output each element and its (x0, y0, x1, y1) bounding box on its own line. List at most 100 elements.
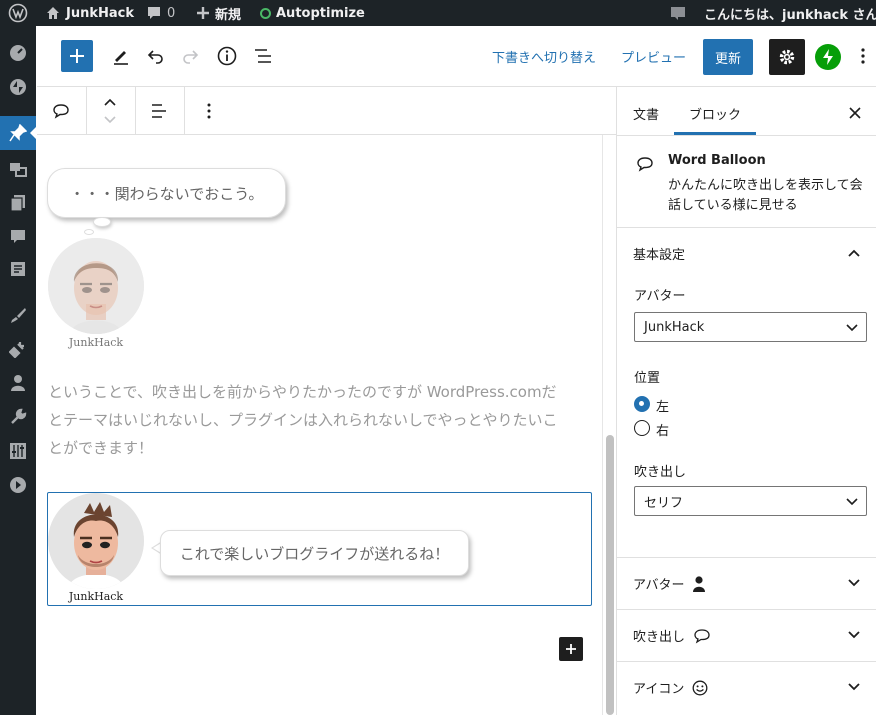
canvas-scrollbar[interactable] (602, 135, 616, 715)
avatar-panel-header[interactable]: アバター (617, 557, 876, 609)
list-view-button[interactable] (249, 42, 277, 70)
balloon-select-value: セリフ (644, 495, 684, 511)
site-name: JunkHack (66, 5, 134, 21)
greeting-text: こんにちは、junkhack さん (704, 7, 876, 23)
vertical-ellipsis-icon (207, 103, 211, 119)
chevron-down-icon (848, 631, 860, 639)
balloon-label: 吹き出し (634, 465, 687, 480)
pencil-icon (114, 51, 128, 65)
position-right-radio[interactable] (634, 420, 650, 436)
speech-bubble-icon (637, 157, 653, 172)
move-down-button[interactable] (99, 111, 121, 129)
word-balloon-block-2[interactable]: JunkHack これで楽しいブログライフが送れるね！ (47, 492, 592, 606)
avatar-name-2: JunkHack (68, 590, 124, 603)
position-left-radio[interactable] (634, 396, 650, 412)
settings-button[interactable] (769, 39, 805, 75)
preview-button[interactable]: プレビュー (621, 47, 686, 66)
balloon-panel-title: 吹き出し (633, 630, 686, 645)
media-icon[interactable] (0, 152, 36, 186)
close-sidebar-button[interactable] (843, 101, 867, 125)
appearance-brush-icon[interactable] (0, 298, 36, 332)
paragraph-block[interactable]: ということで、吹き出しを前からやりたかったのですが WordPress.comだ… (48, 378, 594, 462)
add-block-button[interactable] (61, 40, 93, 72)
comments-count: 0 (167, 5, 176, 21)
position-right-label: 右 (656, 424, 670, 439)
plugins-icon[interactable] (0, 332, 36, 366)
avatar-1[interactable] (48, 238, 144, 334)
update-button[interactable]: 更新 (703, 39, 753, 75)
align-button[interactable] (145, 99, 173, 123)
scrollbar-thumb[interactable] (606, 435, 614, 715)
admin-bar: JunkHack 0 新規 Autoptimize こんにちは、junkhack… (0, 0, 876, 26)
pages-icon[interactable] (0, 186, 36, 220)
position-label: 位置 (634, 371, 661, 386)
inline-add-block-button[interactable] (559, 637, 583, 661)
avatar-2[interactable] (47, 493, 144, 589)
tab-block[interactable]: ブロック (689, 104, 741, 123)
posts-pin-icon[interactable] (0, 116, 37, 150)
autoptimize-status-icon (260, 7, 271, 19)
plus-icon (566, 644, 576, 654)
settings-sidebar: 文書 ブロック Word Balloon かんたんに吹き出しを表示して会話してい… (616, 87, 876, 715)
new-label: 新規 (215, 7, 242, 23)
collapse-menu-icon[interactable] (0, 468, 36, 502)
autoptimize-label: Autoptimize (276, 5, 365, 21)
account-greeting[interactable]: こんにちは、junkhack さん (704, 0, 876, 26)
editor-canvas: ・・・関わらないでおこう。 JunkHack ということで、吹き出しを前からやり… (37, 135, 602, 715)
balloon-speech-2[interactable]: これで楽しいブログライフが送れるね！ (160, 530, 469, 576)
notification-icon[interactable] (670, 0, 686, 26)
balloon-select[interactable]: セリフ (634, 486, 867, 516)
speech-bubble-icon (53, 104, 69, 119)
details-button[interactable] (213, 42, 241, 70)
editor-top-toolbar: 下書きへ切り替え プレビュー 更新 (37, 26, 876, 87)
divider (617, 135, 876, 136)
list-view-icon (255, 49, 271, 63)
more-options-button[interactable] (855, 42, 871, 70)
comments-link[interactable]: 0 (146, 0, 175, 26)
align-left-icon (152, 104, 166, 118)
chevron-down-icon (846, 324, 858, 332)
comments-menu-icon[interactable] (0, 220, 36, 254)
jetpack-button[interactable] (815, 44, 841, 70)
block-description: かんたんに吹き出しを表示して会話している様に見せる (668, 178, 863, 213)
block-type-button[interactable] (47, 99, 75, 123)
comment-icon (148, 7, 160, 19)
dashboard-icon[interactable] (0, 36, 36, 70)
avatar-select[interactable]: JunkHack (634, 312, 867, 342)
vertical-ellipsis-icon (861, 48, 865, 64)
basic-settings-title: 基本設定 (633, 248, 686, 263)
feedback-icon[interactable] (0, 252, 36, 286)
chevron-down-icon (848, 579, 860, 587)
icon-panel-header[interactable]: アイコン (617, 661, 876, 713)
block-toolbar (37, 87, 617, 135)
tools-wrench-icon[interactable] (0, 400, 36, 434)
close-icon (849, 107, 861, 119)
jetpack-bolt-icon (823, 49, 833, 65)
switch-to-draft-button[interactable]: 下書きへ切り替え (492, 47, 596, 66)
site-name-link[interactable]: JunkHack (45, 0, 134, 26)
block-title: Word Balloon (668, 153, 766, 168)
autoptimize-link[interactable]: Autoptimize (260, 0, 365, 26)
move-up-button[interactable] (99, 93, 121, 111)
balloon-panel-header[interactable]: 吹き出し (617, 609, 876, 661)
users-icon[interactable] (0, 366, 36, 400)
info-icon (217, 46, 237, 66)
redo-icon (183, 50, 199, 64)
settings-sliders-icon[interactable] (0, 434, 36, 468)
tools-pencil-button[interactable] (107, 42, 135, 70)
block-options-button[interactable] (197, 99, 221, 123)
cartoon-face-image (48, 238, 144, 334)
undo-button[interactable] (141, 42, 169, 70)
wordpress-logo-icon[interactable] (8, 0, 28, 26)
balloon-think-1[interactable]: ・・・関わらないでおこう。 (47, 168, 286, 218)
tab-document[interactable]: 文書 (633, 104, 659, 123)
new-content-link[interactable]: 新規 (196, 0, 241, 26)
jetpack-menu-icon[interactable] (0, 70, 36, 104)
basic-settings-panel-header[interactable]: 基本設定 (617, 227, 876, 279)
toolbar-divider (135, 87, 136, 135)
redo-button[interactable] (177, 42, 205, 70)
avatar-panel-title: アバター (633, 578, 685, 593)
user-icon (693, 575, 706, 592)
speech-bubble-icon (694, 628, 710, 644)
thought-bubble-dot (93, 217, 111, 227)
